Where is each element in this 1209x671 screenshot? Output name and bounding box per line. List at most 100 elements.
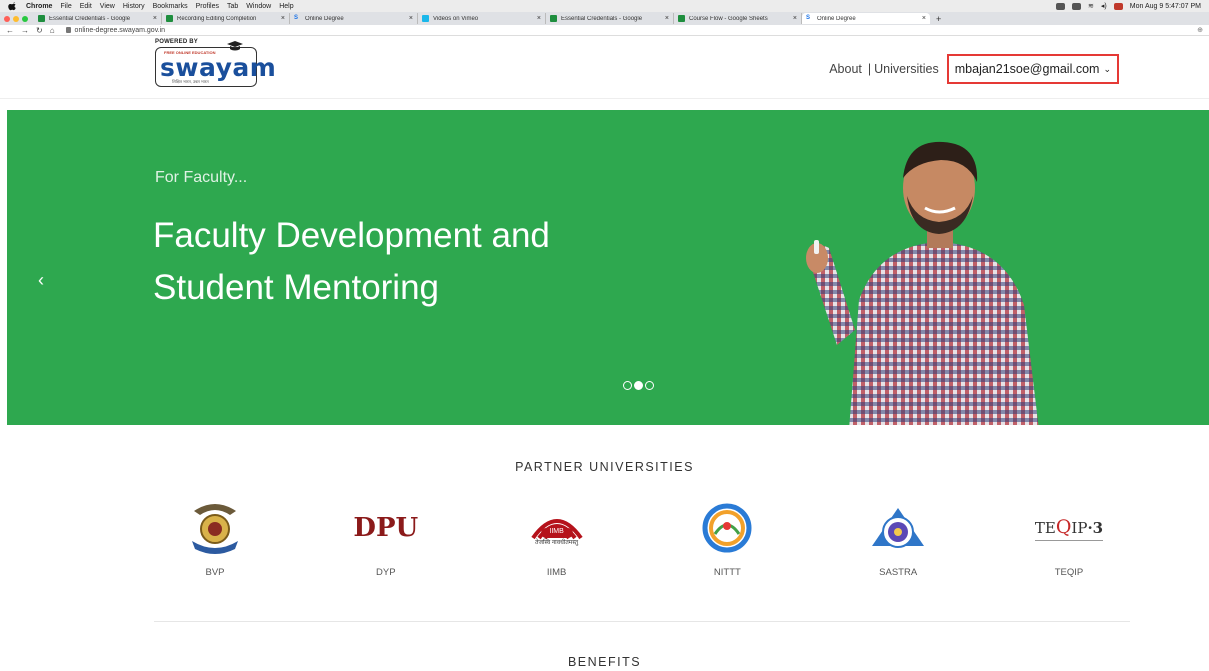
- teqip-logo-part-3: IP: [1071, 518, 1088, 537]
- chevron-down-icon: ⌄: [1103, 63, 1111, 74]
- user-account-menu[interactable]: mbajan21soe@gmail.com ⌄: [946, 54, 1119, 84]
- menu-view[interactable]: View: [100, 3, 115, 10]
- close-window-icon[interactable]: [4, 15, 10, 22]
- header-nav: About | Universities mbajan21soe@gmail.c…: [829, 54, 1119, 84]
- partner-name: DYP: [376, 567, 396, 578]
- clock[interactable]: Mon Aug 9 5:47:07 PM: [1130, 3, 1201, 10]
- forward-icon[interactable]: →: [21, 26, 29, 35]
- reload-icon[interactable]: ↻: [36, 26, 43, 35]
- browser-tab-online-degree-active[interactable]: S Online Degree ×: [802, 13, 930, 24]
- hero-headline: Faculty Development and Student Mentorin…: [153, 210, 550, 314]
- menu-file[interactable]: File: [60, 3, 71, 10]
- status-app-icon[interactable]: [1056, 2, 1066, 10]
- macos-menubar: Chrome File Edit View History Bookmarks …: [0, 0, 1209, 12]
- menu-history[interactable]: History: [123, 3, 145, 10]
- menu-window[interactable]: Window: [246, 3, 271, 10]
- close-tab-icon[interactable]: ×: [409, 15, 413, 22]
- browser-tab-online-degree[interactable]: S Online Degree ×: [290, 13, 418, 24]
- browser-tab-essential-credentials-2[interactable]: Essential Credentials - Google ×: [546, 13, 674, 24]
- partner-name: NITTT: [713, 567, 741, 578]
- partner-name: SASTRA: [879, 567, 918, 578]
- browser-tab-essential-credentials[interactable]: Essential Credentials - Google ×: [34, 13, 162, 24]
- browser-tab-recording-editing[interactable]: Recording Editing Completion ×: [162, 13, 290, 24]
- logo-tagline: शिक्षित भारत, उन्नत भारत: [172, 79, 209, 84]
- browser-tab-strip: Essential Credentials - Google × Recordi…: [0, 12, 1209, 25]
- carousel-dot-1[interactable]: [623, 381, 632, 390]
- user-email: mbajan21soe@gmail.com: [954, 62, 1100, 76]
- faculty-person-image: [806, 141, 1039, 425]
- graduation-cap-icon: [227, 41, 243, 51]
- partner-sastra[interactable]: SASTRA: [838, 497, 958, 578]
- nav-separator: |: [867, 62, 872, 76]
- close-tab-icon[interactable]: ×: [281, 15, 285, 22]
- partner-name: BVP: [205, 567, 225, 578]
- close-tab-icon[interactable]: ×: [793, 15, 797, 22]
- sheets-icon: [38, 15, 45, 22]
- url-field[interactable]: online-degree.swayam.gov.in: [75, 27, 166, 34]
- site-header: POWERED BY FREE ONLINE EDUCATION swayam …: [0, 36, 1209, 99]
- close-tab-icon[interactable]: ×: [537, 15, 541, 22]
- nav-about-link[interactable]: About: [829, 62, 862, 76]
- flag-icon[interactable]: [1113, 2, 1123, 10]
- wifi-icon[interactable]: ≋: [1088, 2, 1094, 10]
- sheets-icon: [166, 15, 173, 22]
- window-controls: [4, 15, 28, 22]
- nittt-logo: [697, 497, 757, 559]
- close-tab-icon[interactable]: ×: [153, 15, 157, 22]
- hero-headline-line1: Faculty Development and: [153, 216, 550, 255]
- carousel-prev-chevron-icon[interactable]: ‹: [38, 270, 44, 291]
- partner-nittt[interactable]: NITTT: [667, 497, 787, 578]
- menu-profiles[interactable]: Profiles: [196, 3, 219, 10]
- menu-edit[interactable]: Edit: [80, 3, 92, 10]
- section-divider: [154, 621, 1130, 622]
- battery-icon[interactable]: [1072, 2, 1082, 10]
- menu-app-chrome[interactable]: Chrome: [26, 3, 52, 10]
- tab-title: Essential Credentials - Google: [561, 15, 643, 22]
- tab-title: Online Degree: [305, 15, 344, 22]
- partner-teqip[interactable]: TEQIP·3 TEQIP: [1009, 497, 1129, 578]
- partner-universities-list: BVP DPU DYP IIMB तेजस्वि नावधीतमस्तु IIM…: [155, 497, 1129, 578]
- tab-title: Online Degree: [817, 15, 856, 22]
- sheets-icon: [550, 15, 557, 22]
- sheets-icon: [678, 15, 685, 22]
- partner-name: IIMB: [546, 567, 567, 578]
- teqip-logo-part-4: ·3: [1087, 518, 1104, 537]
- bvp-emblem-icon: [185, 497, 245, 559]
- browser-tab-vimeo[interactable]: Videos on Vimeo ×: [418, 13, 546, 24]
- hero-carousel: For Faculty... Faculty Development and S…: [7, 110, 1209, 425]
- carousel-dot-3[interactable]: [645, 381, 654, 390]
- partner-name: TEQIP: [1054, 567, 1084, 578]
- swayam-logo[interactable]: POWERED BY FREE ONLINE EDUCATION swayam …: [155, 39, 276, 94]
- dpu-logo-text: DPU: [353, 513, 419, 543]
- lock-icon[interactable]: [65, 27, 71, 33]
- volume-icon[interactable]: ◂): [1101, 2, 1107, 10]
- iimb-motto: तेजस्वि नावधीतमस्तु: [535, 540, 579, 546]
- hero-kicker: For Faculty...: [155, 169, 248, 186]
- menu-bookmarks[interactable]: Bookmarks: [153, 3, 188, 10]
- partner-iimb[interactable]: IIMB तेजस्वि नावधीतमस्तु IIMB: [497, 497, 617, 578]
- close-tab-icon[interactable]: ×: [665, 15, 669, 22]
- address-bar: ← → ↻ ⌂ online-degree.swayam.gov.in ⊕: [0, 25, 1209, 36]
- zoom-icon[interactable]: ⊕: [1197, 26, 1203, 34]
- apple-icon[interactable]: [8, 1, 16, 11]
- status-area: ≋ ◂) Mon Aug 9 5:47:07 PM: [1056, 2, 1201, 10]
- close-tab-icon[interactable]: ×: [922, 15, 926, 22]
- partner-dyp[interactable]: DPU DYP: [326, 497, 446, 578]
- nav-universities-link[interactable]: Universities: [874, 62, 939, 76]
- menu-tab[interactable]: Tab: [227, 3, 238, 10]
- tab-title: Essential Credentials - Google: [49, 15, 131, 22]
- partner-bvp[interactable]: BVP: [155, 497, 275, 578]
- back-icon[interactable]: ←: [6, 26, 14, 35]
- home-icon[interactable]: ⌂: [50, 26, 55, 35]
- swayam-favicon-icon: S: [806, 15, 811, 21]
- maximize-window-icon[interactable]: [22, 15, 28, 22]
- menu-help[interactable]: Help: [279, 3, 293, 10]
- browser-tab-course-flow[interactable]: Course Flow - Google Sheets ×: [674, 13, 802, 24]
- sastra-logo: [868, 497, 928, 559]
- hero-headline-line2: Student Mentoring: [153, 268, 440, 307]
- minimize-window-icon[interactable]: [13, 15, 19, 22]
- swayam-logo-box: FREE ONLINE EDUCATION swayam शिक्षित भार…: [155, 41, 276, 87]
- new-tab-button[interactable]: +: [936, 14, 941, 24]
- logo-word: swayam: [160, 53, 277, 82]
- carousel-dot-2[interactable]: [634, 381, 643, 390]
